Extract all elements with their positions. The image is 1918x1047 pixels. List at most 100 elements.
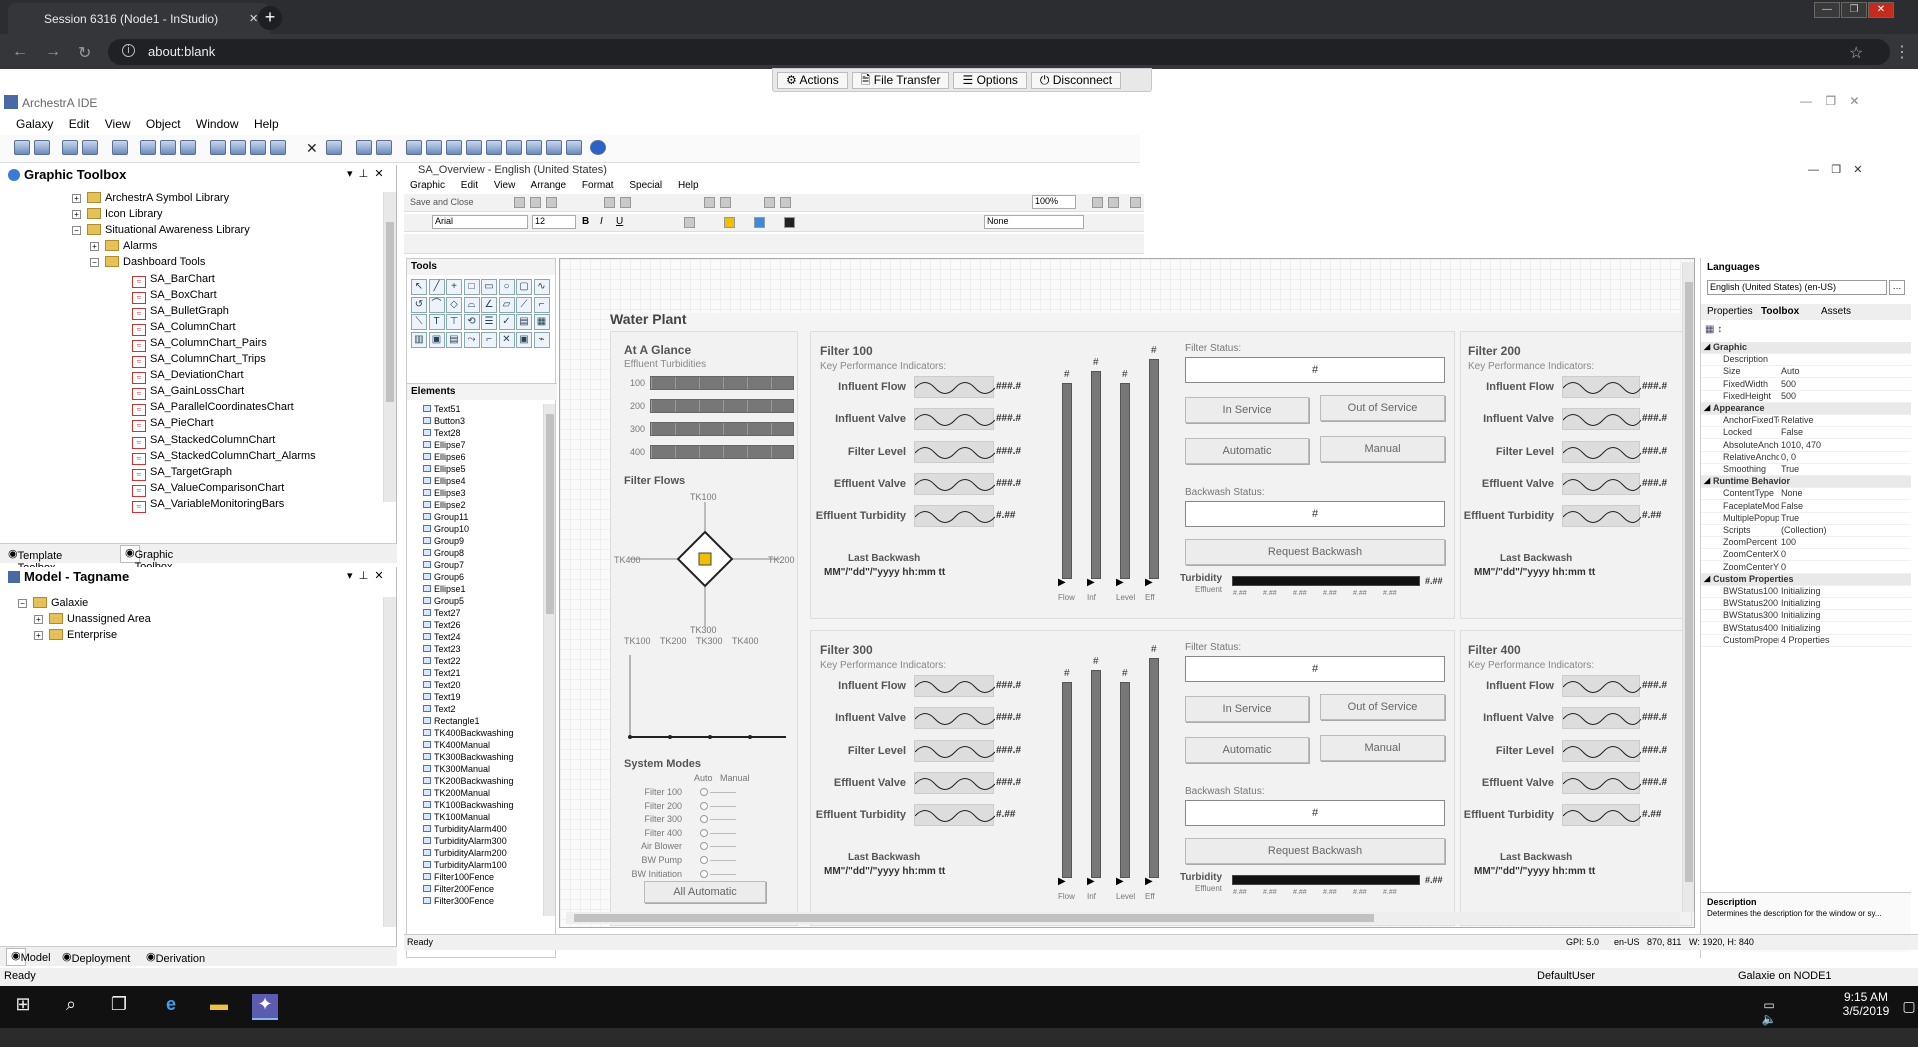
menu-help[interactable]: Help bbox=[254, 117, 279, 131]
tree-item[interactable]: ≈ SA_ParallelCoordinatesChart bbox=[132, 401, 294, 417]
automatic-button[interactable]: Automatic bbox=[1185, 737, 1309, 763]
tool-icon[interactable]: ⟋ bbox=[516, 296, 532, 313]
mode-toggle[interactable] bbox=[700, 801, 708, 810]
start-icon[interactable]: ⊞ bbox=[10, 994, 36, 1020]
info-icon[interactable]: i bbox=[122, 44, 135, 57]
tree-item[interactable]: ≈ SA_TargetGraph bbox=[132, 466, 232, 482]
font-size-select[interactable]: 12 bbox=[532, 215, 576, 229]
toolbar-icon[interactable] bbox=[720, 197, 731, 208]
property-row[interactable]: BWStatus300 Initializing bbox=[1701, 610, 1911, 623]
property-row[interactable]: FixedWidth 500 bbox=[1701, 379, 1911, 391]
element-item[interactable]: Ellipse3 bbox=[423, 488, 466, 498]
tree-item[interactable]: ≈ SA_StackedColumnChart bbox=[132, 434, 275, 450]
editor-menu-help[interactable]: Help bbox=[678, 180, 699, 191]
mode-toggle[interactable] bbox=[700, 869, 708, 878]
property-row[interactable]: ContentType None bbox=[1701, 488, 1911, 501]
element-item[interactable]: Rectangle1 bbox=[423, 716, 480, 726]
tab-toolbox[interactable]: Toolbox bbox=[1761, 306, 1799, 317]
editor-menu-graphic[interactable]: Graphic bbox=[410, 180, 445, 191]
tool-icon[interactable]: ✕ bbox=[498, 331, 515, 348]
expander-icon[interactable]: + bbox=[34, 615, 43, 624]
toolbar-icon[interactable] bbox=[426, 140, 442, 155]
toolbar-icon[interactable] bbox=[604, 197, 615, 208]
line-color-icon[interactable] bbox=[724, 217, 735, 228]
tool-icon[interactable]: T bbox=[428, 314, 445, 330]
tree-item[interactable]: ≈ SA_ColumnChart_Pairs bbox=[132, 337, 267, 353]
tree-scrollbar[interactable] bbox=[383, 192, 396, 502]
tree-item[interactable]: − Dashboard Tools bbox=[90, 256, 205, 272]
property-category[interactable]: ◢ Runtime Behavior bbox=[1701, 476, 1911, 489]
italic-button[interactable]: I bbox=[600, 216, 603, 227]
element-item[interactable]: TK200Manual bbox=[423, 788, 490, 798]
elements-scrollbar[interactable] bbox=[543, 404, 555, 916]
pane-controls[interactable]: ▾ ⊥ ✕ bbox=[347, 167, 384, 180]
mode-toggle[interactable] bbox=[700, 788, 708, 796]
model-tree-item[interactable]: − Galaxie bbox=[18, 597, 88, 613]
address-bar[interactable]: i about:blank bbox=[108, 39, 1890, 65]
canvas-vscroll[interactable] bbox=[1682, 262, 1694, 912]
save-icon[interactable] bbox=[82, 140, 98, 155]
toolbar-icon[interactable] bbox=[506, 140, 522, 155]
bold-button[interactable]: B bbox=[582, 216, 589, 227]
toolbar-icon[interactable] bbox=[356, 140, 372, 155]
editor-window-controls[interactable]: — ❐ ✕ bbox=[1808, 163, 1863, 176]
back-icon[interactable]: ← bbox=[12, 43, 28, 61]
property-row[interactable]: ZoomCenterY 0 bbox=[1701, 562, 1911, 574]
element-item[interactable]: Text23 bbox=[423, 644, 461, 654]
toolbar-icon[interactable] bbox=[446, 140, 462, 155]
archestra-taskbar-icon[interactable]: ✦ bbox=[252, 994, 278, 1020]
window-minimize-button[interactable]: — bbox=[1814, 2, 1840, 18]
tab-deployment[interactable]: ◉ Deployment bbox=[62, 950, 130, 965]
tool-icon[interactable]: □ bbox=[463, 279, 480, 295]
manual-button[interactable]: Manual bbox=[1320, 436, 1445, 462]
in-service-button[interactable]: In Service bbox=[1185, 696, 1309, 722]
element-item[interactable]: TK100Manual bbox=[423, 812, 490, 822]
toolbar-icon[interactable] bbox=[620, 197, 631, 208]
property-category[interactable]: ◢ Appearance bbox=[1701, 403, 1911, 415]
tool-icon[interactable]: ⌐ bbox=[481, 331, 497, 348]
tool-icon[interactable]: ∠ bbox=[481, 296, 497, 313]
element-item[interactable]: Group7 bbox=[423, 560, 464, 570]
toolbar-icon[interactable] bbox=[180, 140, 196, 155]
tree-item[interactable]: − Situational Awareness Library bbox=[72, 224, 250, 240]
tree-item[interactable]: ≈ SA_ValueComparisonChart bbox=[132, 482, 284, 498]
toolbar-icon[interactable] bbox=[62, 140, 78, 155]
tree-item[interactable]: ≈ SA_ColumnChart bbox=[132, 321, 236, 337]
browser-menu-icon[interactable]: ⋮ bbox=[1894, 42, 1910, 62]
property-row[interactable]: AbsoluteAnchor1010, 470 bbox=[1701, 440, 1911, 452]
toolbar-icon[interactable] bbox=[566, 140, 582, 155]
element-item[interactable]: Button3 bbox=[423, 416, 465, 426]
tab-derivation[interactable]: ◉ Derivation bbox=[146, 950, 205, 965]
element-item[interactable]: Group6 bbox=[423, 572, 464, 582]
tree-item[interactable]: + Icon Library bbox=[72, 208, 162, 224]
property-row[interactable]: Smoothing True bbox=[1701, 464, 1911, 476]
underline-button[interactable]: U bbox=[616, 216, 623, 227]
language-more-button[interactable]: … bbox=[1889, 280, 1905, 295]
tree-item[interactable]: ≈ SA_VariableMonitoringBars bbox=[132, 498, 284, 514]
style-select[interactable]: None bbox=[984, 215, 1084, 229]
element-item[interactable]: TurbidityAlarm200 bbox=[423, 848, 507, 858]
fill-color-icon[interactable] bbox=[754, 217, 765, 228]
property-category[interactable]: ◢ Custom Properties bbox=[1701, 573, 1911, 586]
tab-model[interactable]: ◉ Model bbox=[6, 948, 51, 966]
element-item[interactable]: TurbidityAlarm300 bbox=[423, 836, 507, 846]
graphic-canvas[interactable]: Water Plant At A Glance Effluent Turbidi… bbox=[559, 258, 1695, 928]
editor-menu-view[interactable]: View bbox=[494, 180, 516, 191]
toolbar-icon[interactable] bbox=[684, 217, 695, 228]
expander-icon[interactable]: + bbox=[72, 210, 81, 220]
model-scrollbar[interactable] bbox=[383, 597, 396, 927]
element-item[interactable]: Text2 bbox=[423, 704, 456, 714]
toolbar-icon[interactable] bbox=[514, 197, 525, 208]
element-item[interactable]: Ellipse7 bbox=[423, 440, 466, 450]
menu-edit[interactable]: Edit bbox=[69, 117, 90, 131]
toolbar-icon[interactable] bbox=[112, 140, 128, 155]
toolbar-icon[interactable] bbox=[230, 140, 246, 155]
property-row[interactable]: BWStatus100 Initializing bbox=[1701, 586, 1911, 598]
toolbar-icon[interactable] bbox=[1092, 197, 1103, 208]
property-row[interactable]: AnchorFixedTo Relative bbox=[1701, 415, 1911, 428]
tool-icon[interactable]: ▣ bbox=[428, 331, 445, 348]
actions-button[interactable]: ⚙ Actions bbox=[777, 72, 848, 89]
element-item[interactable]: Group9 bbox=[423, 536, 464, 546]
toolbar-icon[interactable] bbox=[466, 140, 482, 155]
property-row[interactable]: CustomProperties4 Properties bbox=[1701, 635, 1911, 647]
